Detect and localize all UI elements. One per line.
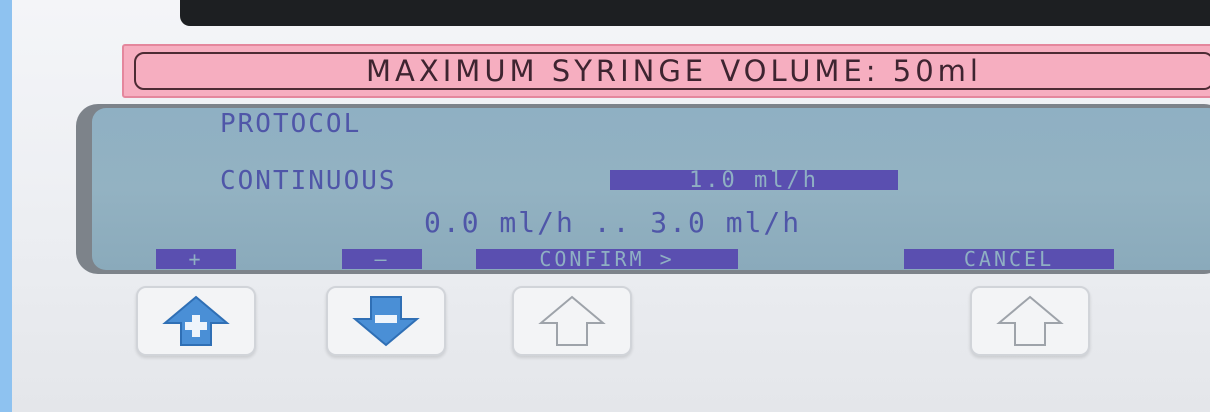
top-bezel (180, 0, 1210, 26)
label-text: MAXIMUM SYRINGE VOLUME: 50ml (366, 54, 982, 88)
infusion-mode: CONTINUOUS (220, 166, 397, 196)
rate-range: 0.0 ml/h .. 3.0 ml/h (424, 206, 802, 239)
screen-title: PROTOCOL (220, 109, 362, 139)
lcd-screen: PROTOCOL CONTINUOUS 1.0 ml/h 0.0 ml/h ..… (92, 108, 1210, 270)
confirm-button[interactable] (512, 286, 632, 356)
softkey-label-plus: + (156, 247, 236, 270)
infusion-pump-panel: MAXIMUM SYRINGE VOLUME: 50ml PROTOCOL CO… (12, 0, 1210, 412)
up-arrow-outline-icon (537, 293, 607, 349)
syringe-volume-label: MAXIMUM SYRINGE VOLUME: 50ml (122, 44, 1210, 98)
label-border: MAXIMUM SYRINGE VOLUME: 50ml (134, 52, 1210, 90)
softkey-label-minus: — (342, 247, 422, 270)
minus-down-arrow-icon (351, 293, 421, 349)
softkey-label-confirm: CONFIRM > (476, 247, 738, 270)
cancel-button[interactable] (970, 286, 1090, 356)
decrease-button[interactable] (326, 286, 446, 356)
up-arrow-outline-icon (995, 293, 1065, 349)
increase-button[interactable] (136, 286, 256, 356)
plus-up-arrow-icon (161, 293, 231, 349)
softkey-label-cancel: CANCEL (904, 247, 1114, 270)
rate-value-field: 1.0 ml/h (610, 168, 898, 193)
